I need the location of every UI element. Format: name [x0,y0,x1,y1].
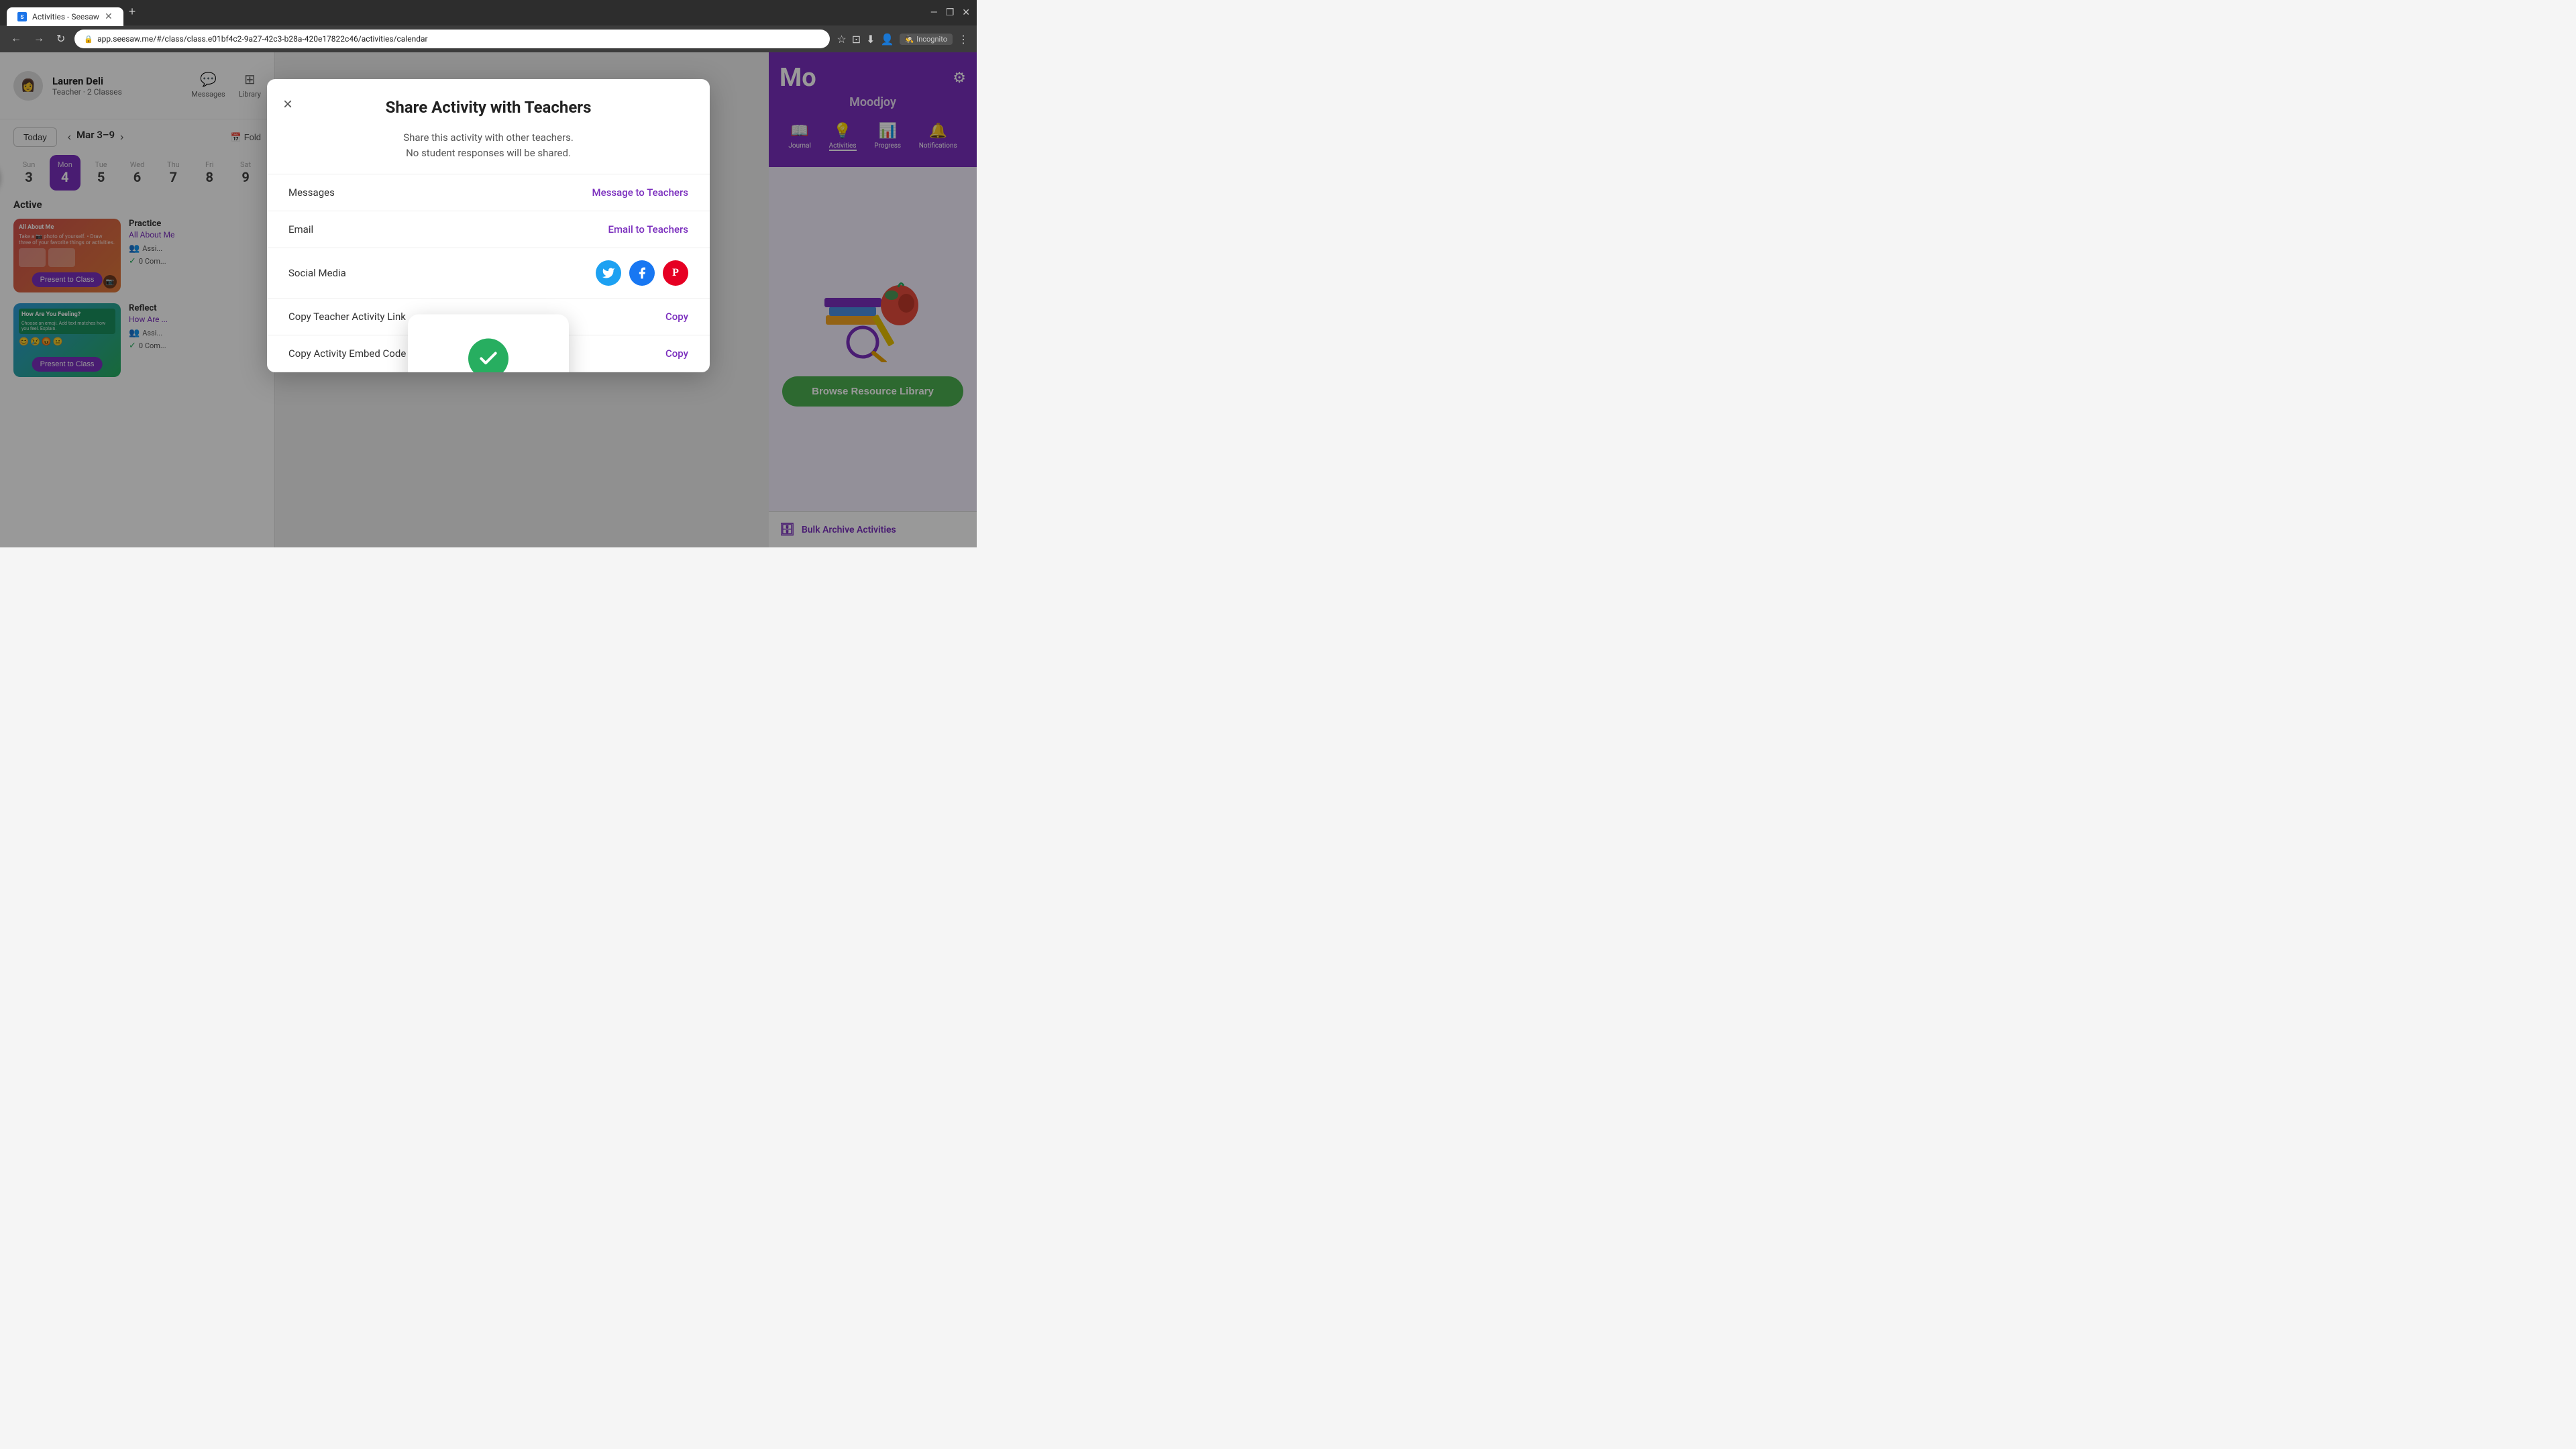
bookmark-icon[interactable]: ☆ [837,33,846,46]
forward-button[interactable]: → [31,30,47,48]
social-media-label: Social Media [288,267,346,279]
address-bar: ← → ↻ 🔒 app.seesaw.me/#/class/class.e01b… [0,25,977,52]
menu-icon[interactable]: ⋮ [958,33,969,46]
modal-header: × Share Activity with Teachers [267,79,710,130]
close-btn[interactable]: ✕ [962,7,970,18]
tab-title: Activities - Seesaw [32,12,99,21]
activity-sent-popup: Activity Sent! [408,315,569,373]
reload-button[interactable]: ↻ [54,30,68,48]
sent-checkmark [468,339,508,373]
active-tab[interactable]: S Activities - Seesaw ✕ [7,7,123,26]
tab-close-btn[interactable]: ✕ [105,11,113,22]
extensions-icon[interactable]: ⊡ [852,33,861,46]
copy-link-label: Copy Teacher Activity Link [288,311,406,323]
incognito-icon: 🕵 [905,35,914,44]
modal-close-button[interactable]: × [283,95,292,114]
profile-icon[interactable]: 👤 [881,33,894,46]
share-activity-modal: × Share Activity with Teachers Share thi… [267,79,710,372]
modal-subtitle: Share this activity with other teachers.… [267,130,710,174]
modal-subtitle-line1: Share this activity with other teachers. [403,131,574,144]
tab-favicon: S [17,12,27,21]
modal-row-email: Email Email to Teachers [267,211,710,248]
social-icons: P [596,260,688,286]
copy-embed-btn[interactable]: Copy [665,347,688,360]
email-row-label: Email [288,223,313,235]
lock-icon: 🔒 [84,35,93,44]
address-input[interactable]: 🔒 app.seesaw.me/#/class/class.e01bf4c2-9… [74,30,830,48]
twitter-icon[interactable] [596,260,621,286]
window-controls: — ❐ ✕ [930,7,970,18]
modal-row-social: Social Media P [267,248,710,299]
incognito-label: Incognito [916,35,947,44]
modal-title: Share Activity with Teachers [288,98,688,117]
new-tab-button[interactable]: + [123,5,142,19]
copy-embed-label: Copy Activity Embed Code [288,347,406,360]
email-to-teachers-link[interactable]: Email to Teachers [608,223,689,235]
minimize-btn[interactable]: — [930,7,938,18]
address-actions: ☆ ⊡ ⬇ 👤 🕵 Incognito ⋮ [837,33,969,46]
browser-tabs: S Activities - Seesaw ✕ + [7,0,141,25]
modal-row-messages: Messages Message to Teachers [267,174,710,211]
modal-subtitle-line2: No student responses will be shared. [406,147,571,159]
download-icon[interactable]: ⬇ [866,33,875,46]
back-button[interactable]: ← [8,30,24,48]
copy-link-btn[interactable]: Copy [665,311,688,323]
browser-chrome: S Activities - Seesaw ✕ + — ❐ ✕ [0,0,977,25]
modal-overlay[interactable]: × Share Activity with Teachers Share thi… [0,52,977,547]
pinterest-icon[interactable]: P [663,260,688,286]
message-to-teachers-link[interactable]: Message to Teachers [592,186,688,199]
messages-row-label: Messages [288,186,335,199]
incognito-badge: 🕵 Incognito [900,34,953,45]
url-text: app.seesaw.me/#/class/class.e01bf4c2-9a2… [97,34,820,44]
maximize-btn[interactable]: ❐ [946,7,955,18]
facebook-icon[interactable] [629,260,655,286]
